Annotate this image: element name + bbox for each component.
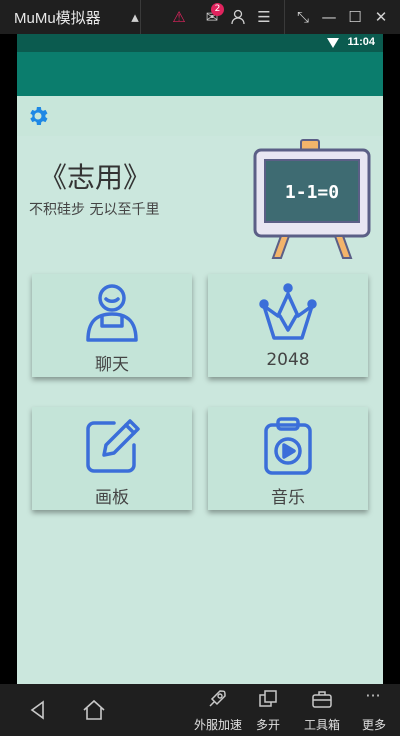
mail-badge: 2 <box>211 3 224 16</box>
status-bar: 11:04 <box>17 34 383 52</box>
blackboard-icon: 1-1=0 <box>253 139 371 259</box>
multi-instance-icon[interactable] <box>258 689 278 709</box>
android-screen: 11:04 《志用》 不积硅步 无以至千里 1-1=0 聊天 2048 画板 音… <box>17 34 383 684</box>
minimize-icon[interactable]: — <box>318 6 340 28</box>
blackboard-text: 1-1=0 <box>285 182 339 203</box>
user-icon[interactable] <box>227 6 249 28</box>
home-icon[interactable] <box>82 699 106 721</box>
app-bar <box>17 52 383 96</box>
resize-icon[interactable]: ⤡ <box>292 6 314 28</box>
multi-instance-label[interactable]: 多开 <box>238 716 298 733</box>
status-time: 11:04 <box>347 36 375 48</box>
crown-icon <box>259 283 317 340</box>
close-icon[interactable]: ✕ <box>370 6 392 28</box>
more-label[interactable]: 更多 <box>344 716 400 733</box>
emulator-titlebar: MuMu模拟器 ▴ ⚠ ✉ 2 ☰ ⤡ — ☐ ✕ <box>0 0 400 34</box>
rocket-icon[interactable] <box>206 688 228 710</box>
toolbox-icon[interactable] <box>311 689 333 709</box>
app-header: 《志用》 不积硅步 无以至千里 1-1=0 <box>17 136 383 266</box>
music-player-icon <box>264 417 312 475</box>
maximize-icon[interactable]: ☐ <box>344 6 366 28</box>
back-icon[interactable] <box>28 700 48 720</box>
titlebar-divider <box>284 0 285 34</box>
music-label: 音乐 <box>271 488 305 508</box>
chat-label: 聊天 <box>95 355 129 375</box>
chat-card[interactable]: 聊天 <box>32 274 192 377</box>
game-2048-label: 2048 <box>266 350 310 370</box>
emulator-title: MuMu模拟器 <box>14 10 101 27</box>
warning-icon[interactable]: ⚠ <box>168 6 190 28</box>
person-icon <box>86 284 138 342</box>
emulator-navbar: 外服加速 多开 工具箱 ··· 更多 <box>0 684 400 736</box>
settings-row <box>17 96 383 136</box>
music-card[interactable]: 音乐 <box>208 407 368 510</box>
app-title: 《志用》 <box>39 161 152 194</box>
titlebar-divider <box>140 0 141 34</box>
collapse-icon[interactable]: ▴ <box>124 6 146 28</box>
wifi-icon <box>327 38 339 48</box>
app-subtitle: 不积硅步 无以至千里 <box>29 202 160 218</box>
more-icon[interactable]: ··· <box>362 686 384 705</box>
drawing-board-card[interactable]: 画板 <box>32 407 192 510</box>
gear-icon[interactable] <box>26 104 50 128</box>
pencil-edit-icon <box>86 419 140 473</box>
game-2048-card[interactable]: 2048 <box>208 274 368 377</box>
menu-icon[interactable]: ☰ <box>253 6 275 28</box>
toolbox-label[interactable]: 工具箱 <box>292 716 352 733</box>
drawing-board-label: 画板 <box>95 488 129 508</box>
